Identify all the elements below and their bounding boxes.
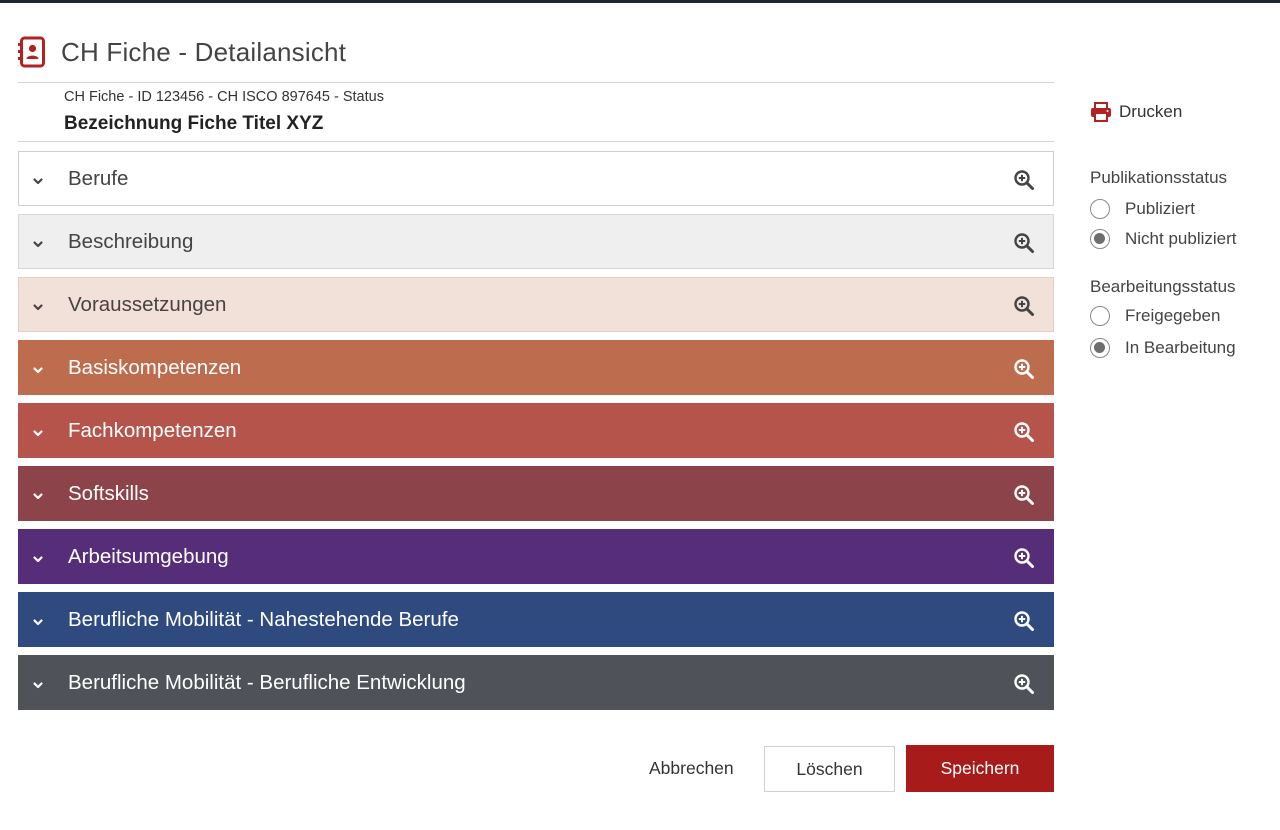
accordion-panel-label: Berufe xyxy=(68,166,129,190)
chevron-down-icon xyxy=(31,426,45,440)
accordion-panel-label: Berufliche Mobilität - Nahestehende Beru… xyxy=(68,607,459,631)
zoom-in-icon[interactable] xyxy=(1013,421,1035,443)
fiche-meta: CH Fiche - ID 123456 - CH ISCO 897645 - … xyxy=(64,89,384,105)
chevron-down-icon xyxy=(31,174,45,188)
top-border xyxy=(0,0,1280,3)
accordion-panel-label: Fachkompetenzen xyxy=(68,418,237,442)
accordion-panel-label: Basiskompetenzen xyxy=(68,355,242,379)
zoom-in-icon[interactable] xyxy=(1013,547,1035,569)
zoom-in-icon[interactable] xyxy=(1013,610,1035,632)
accordion-panel-fachkompetenzen[interactable]: Fachkompetenzen xyxy=(18,403,1054,458)
print-button[interactable]: Drucken xyxy=(1090,102,1182,122)
chevron-down-icon xyxy=(31,237,45,251)
zoom-in-icon[interactable] xyxy=(1013,169,1035,191)
accordion-panel-beschreibung[interactable]: Beschreibung xyxy=(18,214,1054,269)
printer-icon xyxy=(1090,102,1112,122)
chevron-down-icon xyxy=(31,489,45,503)
header-divider xyxy=(18,82,1054,83)
accordion-panel-mobilitaet-nahestehende-berufe[interactable]: Berufliche Mobilität - Nahestehende Beru… xyxy=(18,592,1054,647)
accordion-panel-label: Berufliche Mobilität - Berufliche Entwic… xyxy=(68,670,466,694)
radio-button[interactable] xyxy=(1090,229,1110,249)
zoom-in-icon[interactable] xyxy=(1013,358,1035,380)
radio-label: Freigegeben xyxy=(1125,306,1221,325)
accordion-panel-softskills[interactable]: Softskills xyxy=(18,466,1054,521)
radio-freigegeben[interactable]: Freigegeben xyxy=(1090,306,1220,326)
form-actions: Abbrechen Löschen Speichern xyxy=(0,745,1054,792)
chevron-down-icon xyxy=(31,300,45,314)
radio-in-bearbeitung[interactable]: In Bearbeitung xyxy=(1090,338,1236,358)
radio-button[interactable] xyxy=(1090,199,1110,219)
publication-status-title: Publikationsstatus xyxy=(1090,168,1228,187)
accordion-panel-arbeitsumgebung[interactable]: Arbeitsumgebung xyxy=(18,529,1054,584)
chevron-down-icon xyxy=(31,363,45,377)
page-header: CH Fiche - Detailansicht xyxy=(18,34,346,70)
radio-button[interactable] xyxy=(1090,306,1110,326)
radio-label: In Bearbeitung xyxy=(1125,338,1236,357)
radio-publiziert[interactable]: Publiziert xyxy=(1090,199,1195,219)
zoom-in-icon[interactable] xyxy=(1013,232,1035,254)
radio-label: Publiziert xyxy=(1125,199,1195,218)
zoom-in-icon[interactable] xyxy=(1013,484,1035,506)
chevron-down-icon xyxy=(31,615,45,629)
accordion-panel-mobilitaet-berufliche-entwicklung[interactable]: Berufliche Mobilität - Berufliche Entwic… xyxy=(18,655,1054,710)
accordion-panel-label: Voraussetzungen xyxy=(68,292,227,316)
chevron-down-icon xyxy=(31,552,45,566)
editing-status-title: Bearbeitungsstatus xyxy=(1090,277,1236,296)
zoom-in-icon[interactable] xyxy=(1013,295,1035,317)
zoom-in-icon[interactable] xyxy=(1013,673,1035,695)
accordion-panel-voraussetzungen[interactable]: Voraussetzungen xyxy=(18,277,1054,332)
print-label: Drucken xyxy=(1119,102,1183,121)
delete-button[interactable]: Löschen xyxy=(764,746,895,792)
accordion-panel-label: Softskills xyxy=(68,481,149,505)
save-button[interactable]: Speichern xyxy=(906,745,1054,792)
accordion-panel-basiskompetenzen[interactable]: Basiskompetenzen xyxy=(18,340,1054,395)
accordion-panel-label: Arbeitsumgebung xyxy=(68,544,229,568)
page-title: CH Fiche - Detailansicht xyxy=(61,36,347,67)
chevron-down-icon xyxy=(31,678,45,692)
radio-nicht-publiziert[interactable]: Nicht publiziert xyxy=(1090,229,1237,249)
contact-card-icon xyxy=(18,35,50,69)
accordion-panel-label: Beschreibung xyxy=(68,229,194,253)
accordion-panel-berufe[interactable]: Berufe xyxy=(18,151,1054,206)
subheader-divider xyxy=(18,141,1054,142)
radio-label: Nicht publiziert xyxy=(1125,229,1237,248)
radio-button[interactable] xyxy=(1090,338,1110,358)
cancel-button[interactable]: Abbrechen xyxy=(649,758,734,779)
fiche-title: Bezeichnung Fiche Titel XYZ xyxy=(64,113,324,134)
accordion: Berufe Beschreibung Voraussetzungen Basi… xyxy=(18,151,1054,718)
